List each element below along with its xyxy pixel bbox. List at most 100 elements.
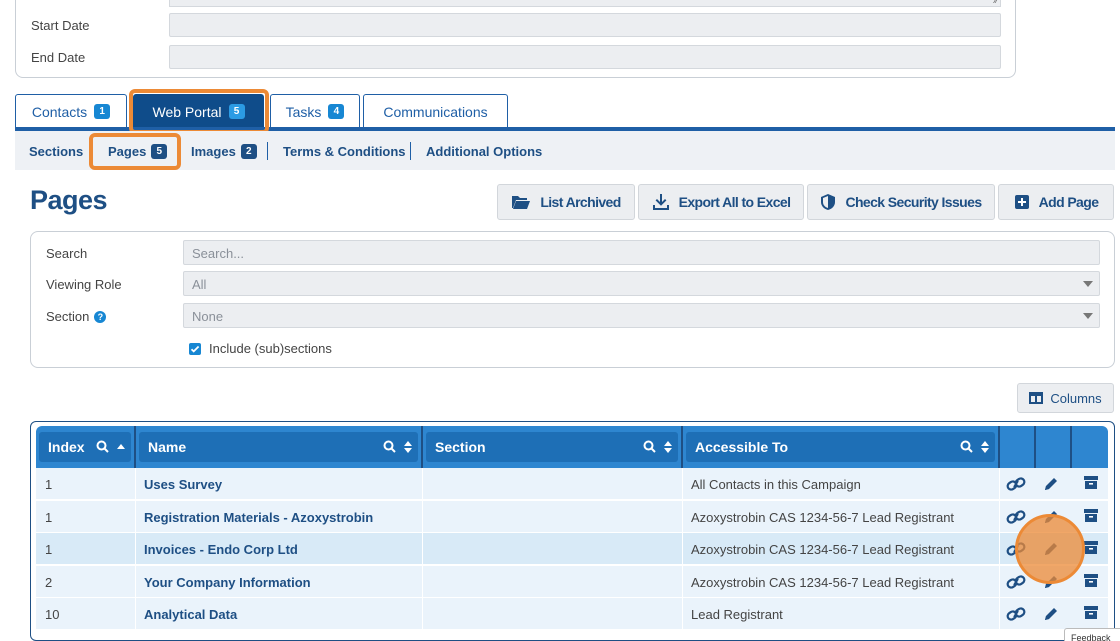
search-input[interactable]: Search... bbox=[183, 240, 1100, 265]
archive-icon[interactable] bbox=[1083, 507, 1099, 526]
button-label: Export All to Excel bbox=[678, 194, 791, 210]
table-row[interactable]: 1 Registration Materials - Azoxystrobin Az… bbox=[36, 501, 1108, 533]
filter-panel: Search Search... Viewing Role All Sectio… bbox=[30, 231, 1115, 368]
tab-tasks[interactable]: Tasks 4 bbox=[270, 94, 360, 128]
link-icon[interactable] bbox=[1006, 574, 1026, 593]
divider bbox=[267, 142, 268, 160]
cell-index: 1 bbox=[36, 501, 136, 533]
viewing-role-select[interactable]: All bbox=[183, 271, 1100, 296]
header-icons bbox=[96, 440, 125, 453]
end-date-input[interactable] bbox=[169, 45, 1001, 69]
shield-icon bbox=[821, 194, 836, 210]
tab-label: Communications bbox=[383, 103, 488, 120]
column-header-link bbox=[1000, 426, 1036, 468]
section-label: Section? bbox=[46, 309, 107, 324]
column-header-accessible-to[interactable]: Accessible To bbox=[683, 426, 1000, 468]
sort-icon[interactable] bbox=[981, 440, 989, 453]
button-label: Columns bbox=[1050, 390, 1102, 406]
start-date-input[interactable] bbox=[169, 13, 1001, 37]
subtab-images[interactable]: Images 2 bbox=[191, 144, 257, 159]
archive-icon[interactable] bbox=[1083, 604, 1099, 623]
include-subsections-checkbox[interactable] bbox=[189, 343, 201, 355]
click-indicator bbox=[1015, 514, 1085, 584]
sub-tabs: Sections Pages 5 Images 2 Terms & Condit… bbox=[15, 131, 1115, 170]
header-cell: Name bbox=[139, 432, 418, 462]
table-row[interactable]: 1 Invoices - Endo Corp Ltd Azoxystrobin CA… bbox=[36, 533, 1108, 565]
export-excel-button[interactable]: Export All to Excel bbox=[638, 184, 804, 220]
chevron-down-icon bbox=[1083, 281, 1093, 287]
description-textarea[interactable]: ⁄⁄ bbox=[169, 0, 1001, 7]
subtab-terms[interactable]: Terms & Conditions bbox=[283, 144, 406, 159]
cell-section bbox=[423, 533, 683, 565]
cell-name[interactable]: Invoices - Endo Corp Ltd bbox=[136, 533, 423, 565]
header-label: Index bbox=[48, 439, 85, 455]
check-security-button[interactable]: Check Security Issues bbox=[807, 184, 995, 220]
header-cell: Index bbox=[39, 432, 131, 462]
edit-icon[interactable] bbox=[1043, 476, 1059, 495]
button-label: Add Page bbox=[1038, 194, 1099, 210]
columns-button[interactable]: Columns bbox=[1017, 383, 1114, 413]
subtab-pages[interactable]: Pages 5 bbox=[108, 144, 168, 159]
tab-communications[interactable]: Communications bbox=[363, 94, 508, 128]
add-page-button[interactable]: Add Page bbox=[998, 184, 1114, 220]
count-badge: 2 bbox=[240, 144, 257, 159]
header-icons bbox=[643, 440, 672, 453]
tab-label: Contacts bbox=[31, 103, 88, 120]
page-title: Pages bbox=[30, 185, 108, 215]
plus-square-icon bbox=[1014, 195, 1029, 209]
cell-section bbox=[423, 566, 683, 598]
cell-name[interactable]: Your Company Information bbox=[136, 566, 423, 598]
column-header-edit bbox=[1036, 426, 1072, 468]
select-value: None bbox=[192, 309, 224, 324]
cell-name[interactable]: Registration Materials - Azoxystrobin bbox=[136, 501, 423, 533]
feedback-tab[interactable]: Feedback bbox=[1064, 628, 1120, 641]
search-icon[interactable] bbox=[96, 440, 109, 453]
tab-contacts[interactable]: Contacts 1 bbox=[15, 94, 127, 128]
archive-icon[interactable] bbox=[1083, 539, 1099, 558]
sort-icon[interactable] bbox=[404, 440, 412, 453]
header-icons bbox=[383, 440, 412, 453]
cell-section bbox=[423, 468, 683, 500]
search-icon[interactable] bbox=[383, 440, 396, 453]
search-icon[interactable] bbox=[960, 440, 973, 453]
button-label: List Archived bbox=[540, 194, 621, 210]
link-icon[interactable] bbox=[1006, 476, 1026, 495]
column-header-index[interactable]: Index bbox=[36, 426, 136, 468]
table-row[interactable]: 10 Analytical Data Lead Registrant bbox=[36, 598, 1108, 630]
header-cell: Accessible To bbox=[686, 432, 995, 462]
cell-name[interactable]: Analytical Data bbox=[136, 598, 423, 630]
end-date-label: End Date bbox=[31, 50, 86, 65]
cell-accessible-to: Azoxystrobin CAS 1234-56-7 Lead Registra… bbox=[683, 501, 1000, 533]
column-header-name[interactable]: Name bbox=[136, 426, 423, 468]
column-header-archive bbox=[1072, 426, 1108, 468]
section-select[interactable]: None bbox=[183, 303, 1100, 328]
cell-accessible-to: All Contacts in this Campaign bbox=[683, 468, 1000, 500]
table-row[interactable]: 2 Your Company Information Azoxystrobin CA… bbox=[36, 566, 1108, 598]
cell-index: 1 bbox=[36, 468, 136, 500]
main-tabs: Contacts 1 Web Portal 5 Tasks 4 Communic… bbox=[15, 92, 1115, 130]
tab-web-portal[interactable]: Web Portal 5 bbox=[133, 94, 264, 128]
header-label: Section bbox=[435, 439, 486, 455]
header-label: Name bbox=[148, 439, 187, 455]
search-icon[interactable] bbox=[643, 440, 656, 453]
subtab-additional-options[interactable]: Additional Options bbox=[426, 144, 542, 159]
edit-icon[interactable] bbox=[1043, 606, 1059, 625]
cell-accessible-to: Azoxystrobin CAS 1234-56-7 Lead Registra… bbox=[683, 533, 1000, 565]
resize-grip-icon[interactable]: ⁄⁄ bbox=[995, 0, 998, 5]
search-placeholder: Search... bbox=[192, 246, 245, 261]
list-archived-button[interactable]: List Archived bbox=[497, 184, 635, 220]
subtab-label: Additional Options bbox=[426, 144, 543, 159]
archive-icon[interactable] bbox=[1083, 572, 1099, 591]
sort-asc-icon[interactable] bbox=[117, 444, 125, 449]
tab-label: Web Portal bbox=[152, 103, 222, 120]
help-icon[interactable]: ? bbox=[94, 310, 107, 323]
header-icons bbox=[960, 440, 989, 453]
tab-label: Tasks bbox=[285, 103, 322, 120]
cell-name[interactable]: Uses Survey bbox=[136, 468, 423, 500]
sort-icon[interactable] bbox=[664, 440, 672, 453]
column-header-section[interactable]: Section bbox=[423, 426, 683, 468]
link-icon[interactable] bbox=[1006, 606, 1026, 625]
subtab-sections[interactable]: Sections bbox=[29, 144, 83, 159]
table-row[interactable]: 1 Uses Survey All Contacts in this Campaig… bbox=[36, 468, 1108, 500]
archive-icon[interactable] bbox=[1083, 474, 1099, 493]
